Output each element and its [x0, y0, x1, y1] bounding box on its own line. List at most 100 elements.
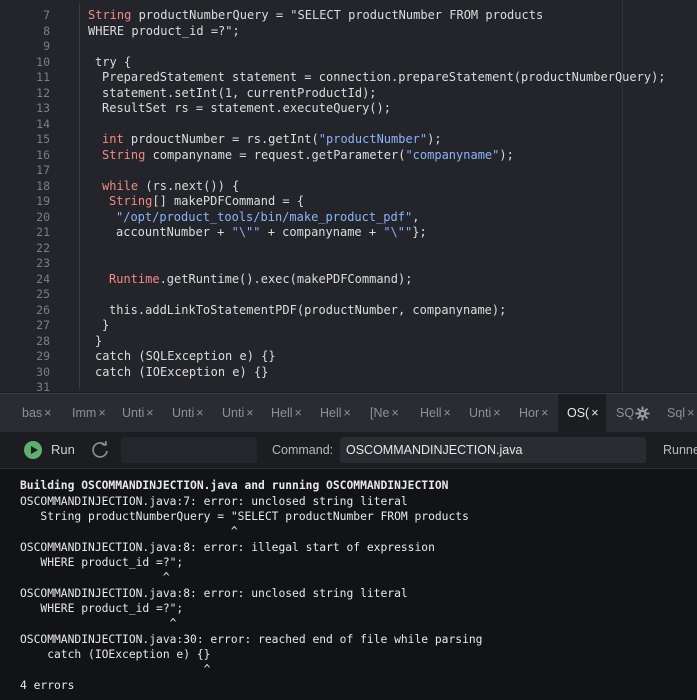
- tab-label: Unti: [172, 406, 195, 420]
- tab-untitled-2[interactable]: Unti ×: [172, 394, 212, 432]
- close-tab-icon[interactable]: ×: [444, 406, 451, 420]
- close-tab-icon[interactable]: ×: [146, 406, 153, 420]
- code-line-15: int prdouctNumber = rs.getInt("productNu…: [102, 132, 442, 148]
- line-number: 12: [36, 85, 50, 100]
- close-tab-icon[interactable]: ×: [687, 406, 694, 420]
- line-number: 24: [36, 271, 50, 286]
- line-number: 21: [36, 225, 50, 239]
- line-number: 22: [36, 240, 50, 255]
- tab-new[interactable]: [Ne ×: [370, 394, 410, 432]
- code-token-string: "companyname": [405, 147, 500, 162]
- code-token-string: "productNumber": [318, 132, 428, 146]
- code-token: [] makePDFCommand = {: [152, 194, 305, 208]
- gear-icon: [635, 406, 650, 421]
- command-label: Command:: [272, 443, 334, 457]
- code-line-19: String[] makePDFCommand = {: [109, 194, 304, 210]
- close-tab-icon[interactable]: ×: [246, 406, 253, 420]
- tab-untitled-3[interactable]: Unti ×: [222, 394, 262, 432]
- close-tab-icon[interactable]: ×: [493, 406, 500, 420]
- line-number: 13: [36, 101, 50, 115]
- code-token: + companyname +: [260, 225, 384, 239]
- console-line: 4 errors: [20, 679, 75, 692]
- command-input[interactable]: OSCOMMANDINJECTION.java: [340, 437, 646, 463]
- tab-hello-2[interactable]: Hell ×: [320, 394, 360, 432]
- line-number: 17: [36, 163, 50, 177]
- code-token: productNumberQuery = "SELECT productNumb…: [131, 8, 544, 22]
- close-tab-icon[interactable]: ×: [196, 406, 203, 420]
- code-token-string: "\"": [383, 225, 413, 239]
- arguments-input[interactable]: [121, 437, 257, 463]
- code-token: };: [412, 225, 427, 239]
- console-output: Building OSCOMMANDINJECTION.java and run…: [0, 469, 697, 700]
- line-number: 19: [36, 194, 50, 208]
- line-number: 31: [36, 380, 50, 392]
- code-token: accountNumber +: [116, 225, 232, 239]
- runner-label[interactable]: Runne: [663, 432, 697, 468]
- code-editor[interactable]: 7 8 9 10 11 12 13 14 15 16 17 18 19 20 2…: [0, 0, 697, 392]
- close-tab-icon[interactable]: ×: [391, 406, 398, 420]
- code-token: companyname = request.getParameter(: [145, 147, 406, 162]
- code-line-10: try {: [95, 54, 132, 69]
- ide-window: 7 8 9 10 11 12 13 14 15 16 17 18 19 20 2…: [0, 0, 697, 700]
- console-line: WHERE product_id =?";: [20, 602, 184, 615]
- line-number: 23: [36, 256, 50, 270]
- code-line-16: String companyname = request.getParamete…: [102, 148, 514, 164]
- code-line-29: catch (SQLException e) {}: [95, 349, 276, 363]
- tab-imm[interactable]: Imm ×: [72, 394, 112, 432]
- reload-icon[interactable]: [89, 439, 111, 461]
- tab-hello-3[interactable]: Hell ×: [420, 394, 460, 432]
- code-line-21: accountNumber + "\"" + companyname + "\"…: [116, 225, 427, 241]
- run-toolbar: Run Command: OSCOMMANDINJECTION.java Run…: [0, 432, 697, 469]
- close-tab-icon[interactable]: ×: [44, 406, 51, 420]
- line-number: 16: [36, 147, 50, 162]
- tab-oscommandinjection[interactable]: OS(×: [558, 394, 606, 432]
- tab-untitled-1[interactable]: Unti ×: [122, 394, 162, 432]
- tab-sql[interactable]: SQ: [616, 394, 658, 432]
- console-line: String productNumberQuery = "SELECT prod…: [20, 510, 469, 523]
- console-line: catch (IOException e) {}: [20, 648, 211, 661]
- code-line-13: ResultSet rs = statement.executeQuery();: [102, 101, 391, 115]
- code-line-8: WHERE product_id =?";: [88, 23, 240, 38]
- editor-margin-line: [622, 0, 623, 392]
- console-line: ^: [20, 571, 170, 584]
- close-tab-icon[interactable]: ×: [344, 406, 351, 420]
- code-line-24: Runtime.getRuntime().exec(makePDFCommand…: [109, 272, 412, 288]
- line-number: 26: [36, 302, 50, 317]
- code-line-12: statement.setInt(1, currentProductId);: [102, 85, 377, 100]
- editor-tab-bar: bas × Imm × Unti × Unti × Unti × Hell × Hell × …: [0, 393, 697, 433]
- code-token-type: String: [109, 194, 153, 208]
- line-number: 27: [36, 318, 50, 332]
- code-line-18: while (rs.next()) {: [102, 179, 239, 195]
- tab-label: Unti: [469, 406, 492, 420]
- code-token-type: Runtime: [109, 271, 160, 286]
- close-tab-icon[interactable]: ×: [541, 406, 548, 420]
- tab-bas[interactable]: bas ×: [22, 394, 60, 432]
- tab-label: Hell: [420, 406, 442, 420]
- tab-label: Sql: [667, 406, 686, 420]
- tab-hello-1[interactable]: Hell ×: [271, 394, 311, 432]
- tab-sql-2[interactable]: Sql ×: [667, 394, 697, 432]
- close-tab-icon[interactable]: ×: [591, 406, 598, 420]
- tab-label: Imm: [72, 406, 97, 420]
- tab-label: Hell: [320, 406, 342, 420]
- line-number: 11: [36, 70, 50, 84]
- close-tab-icon[interactable]: ×: [98, 406, 105, 420]
- indent-guide: [79, 3, 80, 389]
- console-line: OSCOMMANDINJECTION.java:30: error: reach…: [20, 632, 483, 646]
- line-number: 28: [36, 333, 50, 348]
- line-number-gutter: 7 8 9 10 11 12 13 14 15 16 17 18 19 20 2…: [0, 0, 56, 392]
- play-icon: [24, 441, 42, 459]
- code-token-type: int: [102, 132, 124, 146]
- tab-untitled-4[interactable]: Unti ×: [469, 394, 509, 432]
- tab-label: Hell: [271, 406, 293, 420]
- code-token-type: String: [102, 147, 146, 162]
- code-token: prdouctNumber = rs.getInt(: [123, 132, 319, 146]
- tab-label: [Ne: [370, 406, 390, 420]
- console-line: OSCOMMANDINJECTION.java:8: error: illega…: [20, 540, 435, 554]
- tab-hor[interactable]: Hor ×: [519, 394, 559, 432]
- close-tab-icon[interactable]: ×: [295, 406, 302, 420]
- run-label: Run: [51, 442, 75, 457]
- tab-label: Unti: [122, 406, 145, 420]
- line-number: 8: [43, 23, 50, 38]
- line-number: 18: [36, 178, 50, 193]
